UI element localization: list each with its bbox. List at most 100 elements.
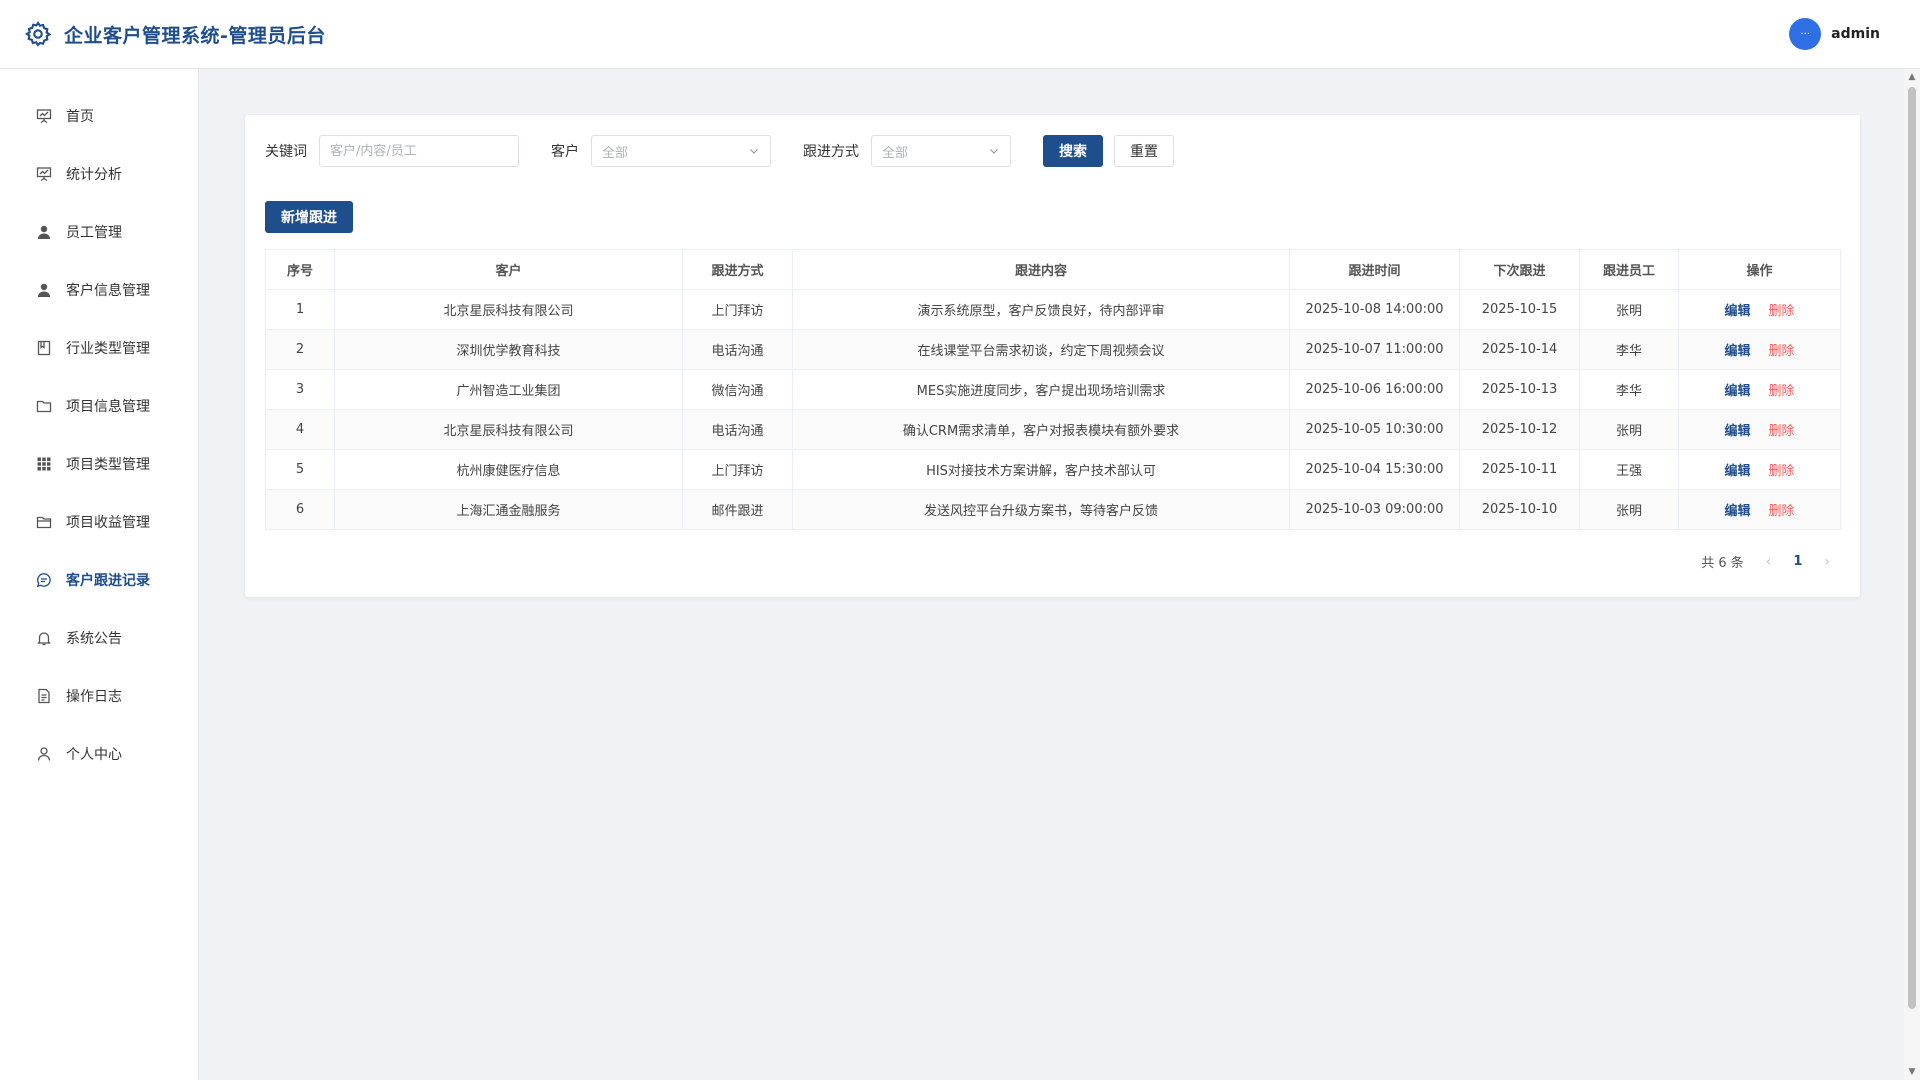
chart-icon	[35, 166, 52, 183]
cell-staff: 李华	[1579, 369, 1679, 410]
cell-time: 2025-10-05 10:30:00	[1289, 409, 1460, 450]
method-select[interactable]: 全部	[871, 135, 1011, 167]
cell-staff: 王强	[1579, 449, 1679, 490]
method-label: 跟进方式	[803, 144, 859, 160]
user-name[interactable]: admin	[1831, 26, 1880, 42]
cell-content: 演示系统原型，客户反馈良好，待内部评审	[792, 289, 1290, 330]
edit-link[interactable]: 编辑	[1724, 424, 1750, 439]
delete-link[interactable]: 删除	[1769, 384, 1795, 399]
grid-icon	[35, 456, 52, 473]
cell-next: 2025-10-14	[1459, 329, 1580, 370]
sidebar-item-projects[interactable]: 项目信息管理	[0, 377, 198, 435]
cell-next: 2025-10-13	[1459, 369, 1580, 410]
sidebar-item-label: 客户跟进记录	[66, 573, 150, 589]
table-row: 4 北京星辰科技有限公司 电话沟通 确认CRM需求清单，客户对报表模块有额外要求…	[265, 409, 1841, 450]
edit-link[interactable]: 编辑	[1724, 464, 1750, 479]
cell-next: 2025-10-12	[1459, 409, 1580, 450]
delete-link[interactable]: 删除	[1769, 344, 1795, 359]
gear-icon	[24, 20, 52, 48]
sidebar-item-project-revenue[interactable]: 项目收益管理	[0, 493, 198, 551]
cell-next: 2025-10-11	[1459, 449, 1580, 490]
column-header: 客户	[334, 249, 683, 290]
cell-index: 6	[265, 489, 335, 530]
cell-index: 4	[265, 409, 335, 450]
cell-index: 3	[265, 369, 335, 410]
cell-actions: 编辑 删除	[1678, 449, 1841, 490]
sidebar-item-home[interactable]: 首页	[0, 87, 198, 145]
table-row: 2 深圳优学教育科技 电话沟通 在线课堂平台需求初谈，约定下周视频会议 2025…	[265, 329, 1841, 370]
sidebar-item-operation-log[interactable]: 操作日志	[0, 667, 198, 725]
sidebar-item-label: 项目类型管理	[66, 457, 150, 473]
scroll-up-arrow-icon[interactable]: ▲	[1904, 69, 1920, 85]
app-root: 企业客户管理系统-管理员后台 ··· admin 首页 统计分析 员工管理 客户…	[0, 0, 1920, 1080]
brand: 企业客户管理系统-管理员后台	[24, 20, 326, 48]
add-follow-up-button[interactable]: 新增跟进	[265, 201, 353, 233]
cell-customer: 深圳优学教育科技	[334, 329, 683, 370]
pagination-page[interactable]: 1	[1793, 554, 1802, 569]
sidebar-item-employees[interactable]: 员工管理	[0, 203, 198, 261]
pagination-total: 共 6 条	[1701, 556, 1744, 571]
cell-actions: 编辑 删除	[1678, 289, 1841, 330]
sidebar-item-follow-up[interactable]: 客户跟进记录	[0, 551, 198, 609]
cell-content: 发送风控平台升级方案书，等待客户反馈	[792, 489, 1290, 530]
scrollbar-thumb[interactable]	[1908, 87, 1916, 1009]
app-title: 企业客户管理系统-管理员后台	[64, 24, 326, 47]
table-row: 6 上海汇通金融服务 邮件跟进 发送风控平台升级方案书，等待客户反馈 2025-…	[265, 489, 1841, 530]
edit-link[interactable]: 编辑	[1724, 384, 1750, 399]
edit-link[interactable]: 编辑	[1724, 504, 1750, 519]
sidebar-item-profile[interactable]: 个人中心	[0, 725, 198, 783]
delete-link[interactable]: 删除	[1769, 424, 1795, 439]
sidebar-item-label: 统计分析	[66, 167, 122, 183]
cell-method: 上门拜访	[682, 449, 793, 490]
edit-link[interactable]: 编辑	[1724, 344, 1750, 359]
cell-time: 2025-10-08 14:00:00	[1289, 289, 1460, 330]
search-button[interactable]: 搜索	[1043, 135, 1103, 167]
column-header: 跟进时间	[1289, 249, 1460, 290]
customer-select-value: 全部	[602, 145, 629, 161]
cell-customer: 杭州康健医疗信息	[334, 449, 683, 490]
cell-time: 2025-10-04 15:30:00	[1289, 449, 1460, 490]
cell-content: 在线课堂平台需求初谈，约定下周视频会议	[792, 329, 1290, 370]
cell-time: 2025-10-07 11:00:00	[1289, 329, 1460, 370]
presentation-icon	[35, 108, 52, 125]
keyword-input[interactable]	[319, 135, 519, 167]
delete-link[interactable]: 删除	[1769, 304, 1795, 319]
chevron-left-icon[interactable]: ‹	[1766, 554, 1772, 570]
cell-actions: 编辑 删除	[1678, 489, 1841, 530]
sidebar-item-label: 员工管理	[66, 225, 122, 241]
sidebar-item-customers[interactable]: 客户信息管理	[0, 261, 198, 319]
cell-customer: 广州智造工业集团	[334, 369, 683, 410]
delete-link[interactable]: 删除	[1769, 464, 1795, 479]
sidebar-item-label: 项目收益管理	[66, 515, 150, 531]
keyword-label: 关键词	[265, 144, 307, 160]
user-menu[interactable]: ··· admin	[1789, 18, 1880, 50]
top-header: 企业客户管理系统-管理员后台 ··· admin	[0, 0, 1920, 69]
cell-customer: 上海汇通金融服务	[334, 489, 683, 530]
sidebar-item-project-types[interactable]: 项目类型管理	[0, 435, 198, 493]
page-scrollbar[interactable]: ▲ ▼	[1904, 69, 1920, 1080]
follow-up-table: 序号 客户 跟进方式 跟进内容 跟进时间 下次跟进 跟进员工 操作 1 北京星辰…	[265, 249, 1841, 530]
filter-bar: 关键词 客户 全部 跟进方式 全部 搜索 重置	[265, 135, 1174, 167]
user-icon	[35, 282, 52, 299]
cell-method: 上门拜访	[682, 289, 793, 330]
sidebar-item-label: 个人中心	[66, 747, 122, 763]
cell-content: 确认CRM需求清单，客户对报表模块有额外要求	[792, 409, 1290, 450]
cell-customer: 北京星辰科技有限公司	[334, 289, 683, 330]
notebook-icon	[35, 340, 52, 357]
cell-content: MES实施进度同步，客户提出现场培训需求	[792, 369, 1290, 410]
sidebar-item-announcements[interactable]: 系统公告	[0, 609, 198, 667]
cell-index: 2	[265, 329, 335, 370]
customer-select[interactable]: 全部	[591, 135, 771, 167]
cell-method: 电话沟通	[682, 409, 793, 450]
sidebar: 首页 统计分析 员工管理 客户信息管理 行业类型管理 项目信息管理 项目类型管理…	[0, 69, 199, 1080]
edit-link[interactable]: 编辑	[1724, 304, 1750, 319]
scroll-down-arrow-icon[interactable]: ▼	[1904, 1064, 1920, 1080]
cell-index: 1	[265, 289, 335, 330]
table-row: 3 广州智造工业集团 微信沟通 MES实施进度同步，客户提出现场培训需求 202…	[265, 369, 1841, 410]
delete-link[interactable]: 删除	[1769, 504, 1795, 519]
chevron-right-icon[interactable]: ›	[1824, 554, 1830, 570]
sidebar-item-statistics[interactable]: 统计分析	[0, 145, 198, 203]
avatar[interactable]: ···	[1789, 18, 1822, 50]
sidebar-item-industry-types[interactable]: 行业类型管理	[0, 319, 198, 377]
reset-button[interactable]: 重置	[1114, 135, 1174, 167]
